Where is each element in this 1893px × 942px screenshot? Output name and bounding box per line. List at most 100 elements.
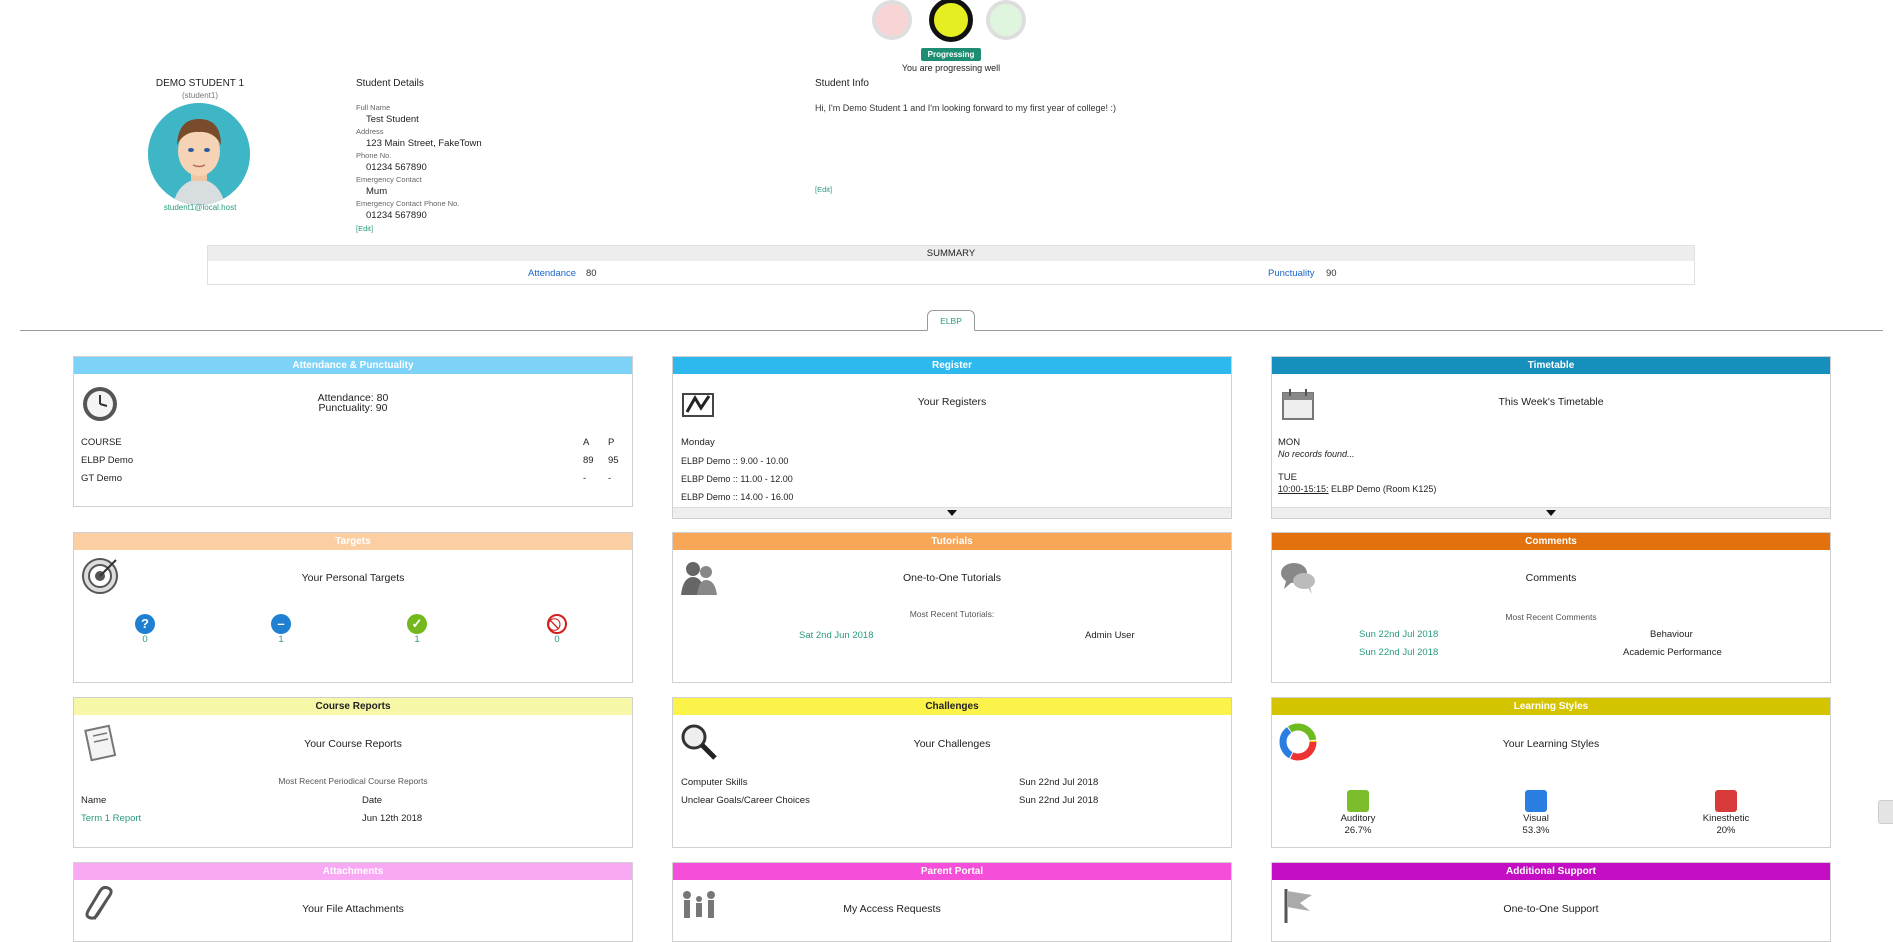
parent-portal-title: My Access Requests — [843, 903, 941, 915]
eye-icon[interactable] — [1525, 790, 1547, 812]
learning-styles-panel-header[interactable]: Learning Styles — [1272, 698, 1830, 715]
report-date: Jun 12th 2018 — [362, 813, 423, 824]
emergency-contact-value: Mum — [366, 186, 388, 197]
additional-support-title: One-to-One Support — [1503, 903, 1599, 915]
targets-in-progress-count[interactable]: 1 — [266, 634, 296, 645]
auditory-label: Auditory — [1340, 813, 1376, 824]
student-details-heading: Student Details — [356, 78, 424, 89]
report-name-column-header: Name — [81, 795, 107, 806]
targets-achieved-count[interactable]: 1 — [402, 634, 432, 645]
additional-support-panel-header[interactable]: Additional Support — [1272, 863, 1830, 880]
timetable-time: 10:00-15:15: — [1278, 484, 1329, 494]
tutorial-author: Admin User — [1085, 630, 1135, 641]
comments-panel: Comments Comments Most Recent Comments S… — [1271, 532, 1831, 683]
student-email-link[interactable]: student1@local.host — [140, 203, 260, 212]
table-row-p: 95 — [608, 455, 619, 466]
learning-styles-title: Your Learning Styles — [1502, 738, 1600, 750]
emergency-contact-label: Emergency Contact — [356, 175, 422, 184]
question-icon[interactable]: ? — [135, 614, 155, 634]
attendance-summary-value: 80 — [586, 268, 597, 279]
phone-label: Phone No. — [356, 151, 392, 160]
recent-reports-label: Most Recent Periodical Course Reports — [278, 776, 428, 786]
timetable-no-records: No records found... — [1278, 449, 1355, 459]
parent-portal-panel-header[interactable]: Parent Portal — [673, 863, 1231, 880]
challenge-name: Unclear Goals/Career Choices — [681, 795, 810, 806]
amber-status-light — [929, 0, 973, 42]
visual-label: Visual — [1523, 813, 1549, 824]
table-row-p: - — [608, 473, 612, 484]
student-username: (student1) — [181, 91, 219, 100]
report-link[interactable]: Term 1 Report — [81, 813, 141, 824]
kinesthetic-label: Kinesthetic — [1702, 813, 1750, 824]
full-name-value: Test Student — [366, 114, 419, 125]
running-person-icon[interactable] — [1715, 790, 1737, 812]
list-item: ELBP Demo :: 9.00 - 10.00 — [681, 456, 789, 466]
register-panel-header[interactable]: Register — [673, 357, 1231, 374]
timetable-title: This Week's Timetable — [1498, 396, 1604, 408]
expand-register-button[interactable] — [673, 507, 1231, 518]
comments-title: Comments — [1525, 572, 1577, 584]
challenges-panel-header[interactable]: Challenges — [673, 698, 1231, 715]
challenges-title: Your Challenges — [913, 738, 991, 750]
course-reports-title: Your Course Reports — [304, 738, 402, 750]
auditory-value: 26.7% — [1344, 825, 1372, 836]
list-item: ELBP Demo :: 11.00 - 12.00 — [681, 474, 793, 484]
status-badge: Progressing Well — [921, 48, 981, 72]
timetable-panel-header[interactable]: Timetable — [1272, 357, 1830, 374]
attachments-panel: Attachments Your File Attachments — [73, 862, 633, 942]
comments-panel-header[interactable]: Comments — [1272, 533, 1830, 550]
targets-unknown-count[interactable]: 0 — [130, 634, 160, 645]
address-label: Address — [356, 127, 384, 136]
chevron-down-icon — [947, 510, 957, 516]
comment-date-link[interactable]: Sun 22nd Jul 2018 — [1359, 629, 1438, 640]
additional-support-panel: Additional Support One-to-One Support — [1271, 862, 1831, 942]
student-name: DEMO STUDENT 1 — [155, 78, 245, 89]
tab-elbp[interactable]: ELBP — [927, 310, 975, 331]
check-icon[interactable]: ✓ — [407, 614, 427, 634]
parent-portal-panel: Parent Portal My Access Requests — [672, 862, 1232, 942]
attendance-summary-link[interactable]: Attendance — [528, 268, 576, 279]
speaker-icon[interactable] — [1347, 790, 1369, 812]
list-item: ELBP Demo :: 14.00 - 16.00 — [681, 492, 794, 502]
table-row-course: ELBP Demo — [81, 455, 134, 466]
punctuality-summary-value: 90 — [1326, 268, 1337, 279]
avatar — [148, 103, 250, 205]
green-status-light — [986, 0, 1026, 40]
edit-details-link[interactable]: [Edit] — [356, 224, 373, 233]
attachments-title: Your File Attachments — [302, 903, 404, 915]
challenge-date: Sun 22nd Jul 2018 — [1019, 795, 1099, 806]
summary-box: SUMMARY Attendance 80 Punctuality 90 — [207, 245, 1695, 285]
table-row-course: GT Demo — [81, 473, 123, 484]
red-status-light — [872, 0, 912, 40]
timetable-entry: ELBP Demo (Room K125) — [1331, 484, 1437, 494]
targets-panel-header[interactable]: Targets — [74, 533, 632, 550]
course-reports-panel: Course Reports Your Course Reports Most … — [73, 697, 633, 848]
kinesthetic-value: 20% — [1716, 825, 1736, 836]
course-reports-panel-header[interactable]: Course Reports — [74, 698, 632, 715]
targets-panel: Targets Your Personal Targets ? 0 – 1 ✓ … — [73, 532, 633, 683]
edit-info-link[interactable]: [Edit] — [815, 185, 832, 194]
timetable-panel: Timetable This Week's Timetable MON No r… — [1271, 356, 1831, 519]
punctuality-summary-link[interactable]: Punctuality — [1268, 268, 1314, 279]
table-row-a: 89 — [583, 455, 594, 466]
student-info-heading: Student Info — [815, 78, 869, 89]
comment-date-link[interactable]: Sun 22nd Jul 2018 — [1359, 647, 1438, 658]
tutorial-date-link[interactable]: Sat 2nd Jun 2018 — [799, 630, 873, 641]
attendance-panel-header[interactable]: Attendance & Punctuality — [74, 357, 632, 374]
recent-comments-label: Most Recent Comments — [1505, 612, 1597, 622]
expand-timetable-button[interactable] — [1272, 507, 1830, 518]
tutorials-panel-header[interactable]: Tutorials — [673, 533, 1231, 550]
side-toggle-tab[interactable] — [1878, 800, 1893, 824]
attachments-panel-header[interactable]: Attachments — [74, 863, 632, 880]
p-column-header: P — [608, 437, 615, 448]
phone-value: 01234 567890 — [366, 162, 427, 173]
comment-type: Academic Performance — [1623, 647, 1722, 658]
learning-styles-panel: Learning Styles Your Learning Styles Aud… — [1271, 697, 1831, 848]
comment-type: Behaviour — [1650, 629, 1693, 640]
attendance-panel: Attendance & Punctuality Attendance: 80 … — [73, 356, 633, 507]
minus-icon[interactable]: – — [271, 614, 291, 634]
register-title: Your Registers — [917, 396, 987, 408]
targets-withdrawn-count[interactable]: 0 — [542, 634, 572, 645]
targets-title: Your Personal Targets — [301, 572, 405, 584]
prohibited-icon[interactable]: ⃠ — [547, 614, 567, 634]
